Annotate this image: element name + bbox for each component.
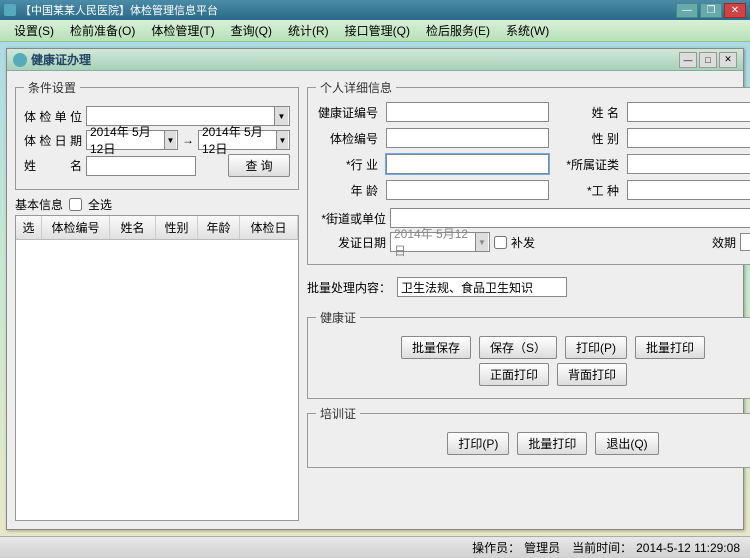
dname-label: 姓 名 — [557, 104, 619, 121]
unit-label: 体检单位 — [24, 108, 82, 125]
valid-spinner[interactable]: 1 — [740, 233, 750, 251]
industry-input[interactable] — [386, 154, 549, 174]
statusbar: 操作员： 管理员 当前时间： 2014-5-12 11:29:08 — [0, 536, 750, 558]
valid-label: 效期 — [712, 234, 736, 251]
age-label: 年 龄 — [316, 182, 378, 199]
job-input[interactable] — [627, 180, 750, 200]
back-print-button[interactable]: 背面打印 — [557, 363, 627, 386]
subwindow: 健康证办理 — □ ✕ 条件设置 体检单位 ▼ 体检日期 2014年 5月12日… — [6, 48, 744, 530]
print-button[interactable]: 打印(P) — [565, 336, 627, 359]
chevron-down-icon[interactable]: ▼ — [274, 107, 288, 125]
date-arrow: → — [182, 133, 194, 147]
menu-query[interactable]: 查询(Q) — [223, 20, 280, 41]
date-from-input[interactable]: 2014年 5月12日▼ — [86, 130, 178, 150]
batch-label: 批量处理内容： — [307, 279, 391, 296]
menu-interface[interactable]: 接口管理(Q) — [337, 20, 418, 41]
train-print-button[interactable]: 打印(P) — [447, 432, 509, 455]
certno-label: 健康证编号 — [316, 104, 378, 121]
th-id[interactable]: 体检编号 — [42, 216, 110, 239]
th-date[interactable]: 体检日 — [240, 216, 298, 239]
certtype-input[interactable] — [627, 154, 750, 174]
batch-save-button[interactable]: 批量保存 — [401, 336, 471, 359]
menubar: 设置(S) 检前准备(O) 体检管理(T) 查询(Q) 统计(R) 接口管理(Q… — [0, 20, 750, 42]
reissue-label: 补发 — [511, 234, 535, 251]
detail-fieldset: 个人详细信息 健康证编号 姓 名 体检编号 性 别 *行 业 *所属证类 年 龄 — [307, 79, 750, 265]
chevron-down-icon[interactable]: ▼ — [276, 131, 288, 149]
menu-stats[interactable]: 统计(R) — [280, 20, 337, 41]
titlebar: 【中国某某人民医院】体检管理信息平台 — ❐ ✕ — [0, 0, 750, 20]
menu-postcheck[interactable]: 检后服务(E) — [418, 20, 498, 41]
date-to-input[interactable]: 2014年 5月12日▼ — [198, 130, 290, 150]
certno-input[interactable] — [386, 102, 549, 122]
sex-label: 性 别 — [557, 130, 619, 147]
titlebar-text: 【中国某某人民医院】体检管理信息平台 — [20, 2, 676, 18]
age-input[interactable] — [386, 180, 549, 200]
name-input[interactable] — [86, 156, 196, 176]
subwindow-titlebar: 健康证办理 — □ ✕ — [7, 49, 743, 71]
chevron-down-icon[interactable]: ▼ — [475, 233, 488, 251]
menu-settings[interactable]: 设置(S) — [6, 20, 62, 41]
conditions-fieldset: 条件设置 体检单位 ▼ 体检日期 2014年 5月12日▼ → 2014年 5月… — [15, 79, 299, 190]
basicinfo-title: 基本信息 — [15, 196, 63, 213]
health-fieldset: 健康证 批量保存 保存（S） 打印(P) 批量打印 正面打印 背面打印 — [307, 309, 750, 399]
reissue-checkbox[interactable] — [494, 236, 507, 249]
subwindow-title: 健康证办理 — [31, 51, 679, 68]
operator-label: 操作员： — [472, 539, 520, 556]
detail-legend: 个人详细信息 — [316, 79, 396, 96]
exit-button[interactable]: 退出(Q) — [595, 432, 658, 455]
th-sex[interactable]: 性别 — [156, 216, 198, 239]
th-name[interactable]: 姓名 — [110, 216, 156, 239]
name-label: 姓 名 — [24, 157, 82, 174]
dname-input[interactable] — [627, 102, 750, 122]
selectall-checkbox[interactable] — [69, 198, 82, 211]
issuedate-label: 发证日期 — [316, 234, 386, 251]
menu-precheck[interactable]: 检前准备(O) — [62, 20, 143, 41]
issuedate-input[interactable]: 2014年 5月12日▼ — [390, 232, 490, 252]
restore-button[interactable]: ❐ — [700, 3, 722, 18]
save-button[interactable]: 保存（S） — [479, 336, 557, 359]
batch-input[interactable] — [397, 277, 567, 297]
sex-input[interactable] — [627, 128, 750, 148]
th-select[interactable]: 选 — [16, 216, 42, 239]
app-icon — [4, 4, 16, 16]
street-label: *街道或单位 — [316, 210, 386, 227]
selectall-label: 全选 — [88, 196, 112, 213]
basicinfo-tbody[interactable] — [16, 240, 298, 520]
certtype-label: *所属证类 — [557, 156, 619, 173]
industry-label: *行 业 — [316, 156, 378, 173]
job-label: *工 种 — [557, 182, 619, 199]
operator-value: 管理员 — [524, 539, 560, 556]
menu-manage[interactable]: 体检管理(T) — [143, 20, 222, 41]
checkno-label: 体检编号 — [316, 130, 378, 147]
minimize-button[interactable]: — — [676, 3, 698, 18]
query-button[interactable]: 查 询 — [228, 154, 290, 177]
subwin-minimize-button[interactable]: — — [679, 52, 697, 68]
subwindow-icon — [13, 53, 27, 67]
checkno-input[interactable] — [386, 128, 549, 148]
subwin-close-button[interactable]: ✕ — [719, 52, 737, 68]
health-legend: 健康证 — [316, 309, 360, 326]
conditions-legend: 条件设置 — [24, 79, 80, 96]
train-fieldset: 培训证 打印(P) 批量打印 退出(Q) — [307, 405, 750, 468]
train-batch-print-button[interactable]: 批量打印 — [517, 432, 587, 455]
train-legend: 培训证 — [316, 405, 360, 422]
th-age[interactable]: 年龄 — [198, 216, 240, 239]
menu-system[interactable]: 系统(W) — [498, 20, 557, 41]
subwin-maximize-button[interactable]: □ — [699, 52, 717, 68]
date-label: 体检日期 — [24, 132, 82, 149]
chevron-down-icon[interactable]: ▼ — [164, 131, 176, 149]
close-button[interactable]: ✕ — [724, 3, 746, 18]
basicinfo-table: 选 体检编号 姓名 性别 年龄 体检日 — [15, 215, 299, 521]
time-label: 当前时间： — [572, 539, 632, 556]
batch-print-button[interactable]: 批量打印 — [635, 336, 705, 359]
front-print-button[interactable]: 正面打印 — [479, 363, 549, 386]
